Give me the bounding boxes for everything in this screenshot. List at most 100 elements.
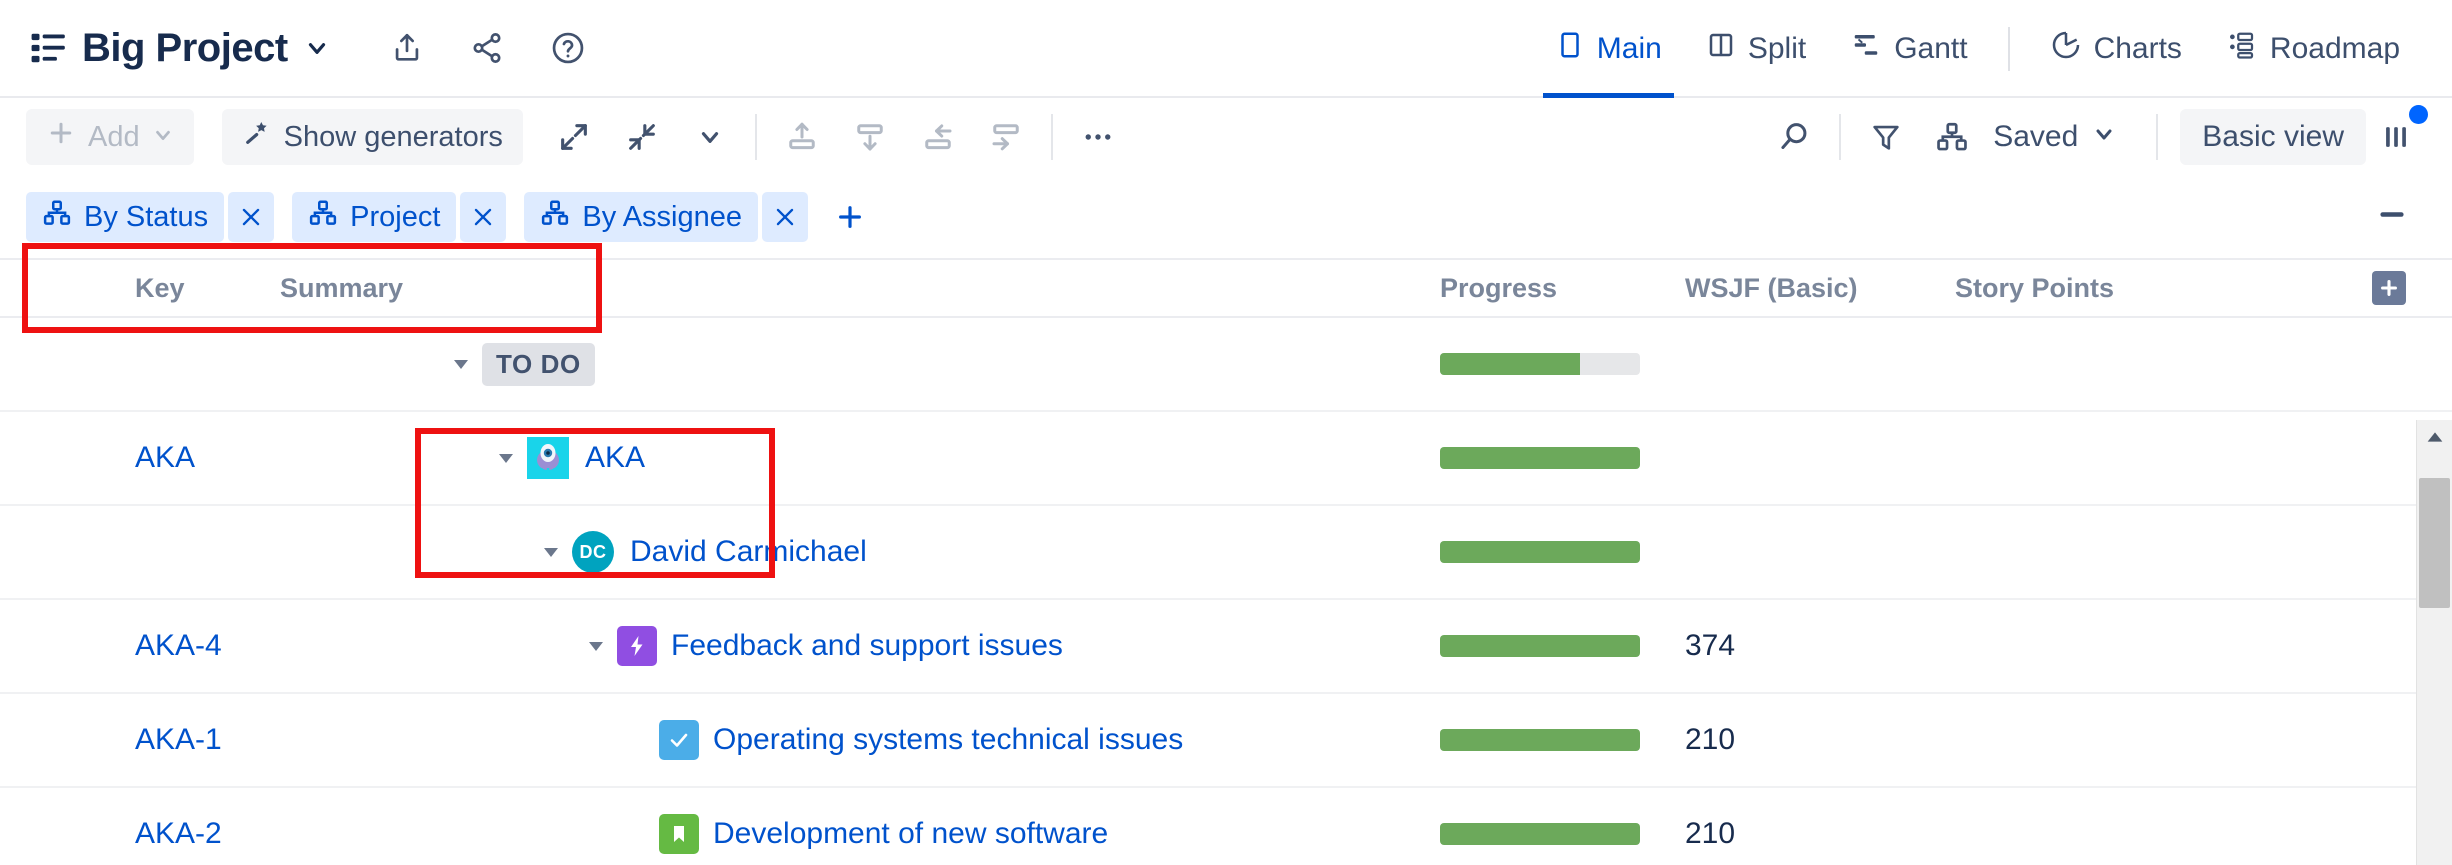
group-chip-by-assignee-wrap: By Assignee (524, 192, 826, 242)
nav-tab-charts-label: Charts (2093, 32, 2182, 65)
basic-view-button[interactable]: Basic view (2180, 109, 2366, 165)
column-header-summary[interactable]: Summary (280, 273, 1440, 304)
chevron-down-icon (2092, 120, 2116, 154)
scrollbar-thumb[interactable] (2419, 478, 2450, 608)
add-grouping-button[interactable] (826, 192, 874, 242)
row-progress (1440, 635, 1685, 657)
group-chip-by-assignee[interactable]: By Assignee (524, 192, 758, 242)
table-row[interactable]: AKA-4 Feedback and support issues 374 (0, 600, 2452, 694)
main-toolbar: Add Show generators Saved Basic view (0, 98, 2452, 176)
status-badge: TO DO (482, 342, 595, 386)
issues-table: Key Summary Progress WSJF (Basic) Story … (0, 260, 2452, 865)
filter-icon[interactable] (1863, 109, 1909, 165)
row-wsjf: 374 (1685, 629, 1736, 662)
vertical-scrollbar[interactable] (2416, 420, 2452, 865)
nav-tab-split[interactable]: Split (1684, 0, 1828, 98)
group-chip-project-remove[interactable] (460, 192, 507, 242)
table-row[interactable]: DC David Carmichael (0, 506, 2452, 600)
group-chip-by-status[interactable]: By Status (26, 192, 225, 242)
nav-tab-gantt[interactable]: Gantt (1828, 0, 1989, 98)
group-by-icon[interactable] (1929, 109, 1975, 165)
caret-down-icon[interactable] (575, 634, 617, 658)
saved-views-button[interactable]: Saved (1975, 109, 2134, 165)
row-progress (1440, 541, 1685, 563)
group-by-icon (42, 198, 72, 236)
progress-bar (1440, 353, 1640, 375)
toolbar-right: Saved Basic view (1771, 98, 2428, 176)
chevron-down-icon (152, 121, 174, 154)
row-summary: AKA (280, 437, 1440, 479)
group-chip-project-label: Project (350, 200, 441, 233)
collapse-all-icon[interactable] (619, 109, 665, 165)
row-summary-label[interactable]: David Carmichael (630, 535, 867, 569)
nav-tab-roadmap[interactable]: Roadmap (2204, 0, 2422, 98)
row-progress (1440, 729, 1685, 751)
column-header-progress[interactable]: Progress (1440, 273, 1685, 304)
row-key[interactable]: AKA-2 (135, 817, 280, 851)
row-key[interactable]: AKA-4 (135, 629, 280, 663)
plus-icon (2381, 280, 2397, 296)
chevron-down-icon[interactable] (687, 109, 733, 165)
column-header-wsjf[interactable]: WSJF (Basic) (1685, 273, 1955, 304)
collapse-grouping-button[interactable] (2376, 199, 2408, 236)
row-progress (1440, 823, 1685, 845)
table-row[interactable]: TO DO (0, 318, 2452, 412)
toolbar-divider-1 (754, 114, 757, 160)
plus-icon (46, 118, 76, 156)
row-key[interactable]: AKA-1 (135, 723, 280, 757)
add-button[interactable]: Add (26, 109, 194, 165)
row-summary: Operating systems technical issues (280, 720, 1440, 760)
avatar: DC (572, 531, 614, 573)
search-icon[interactable] (1771, 109, 1817, 165)
row-summary-label[interactable]: Operating systems technical issues (713, 723, 1183, 757)
group-chip-by-assignee-label: By Assignee (582, 200, 742, 233)
nav-tab-charts[interactable]: Charts (2028, 0, 2204, 98)
row-wsjf: 210 (1685, 817, 1736, 850)
app-window: Big Project Main Split Gantt Charts Road… (0, 0, 2452, 865)
move-down-icon[interactable] (847, 109, 893, 165)
nav-tab-main-label: Main (1596, 32, 1662, 65)
group-chip-by-status-remove[interactable] (228, 192, 275, 242)
export-icon[interactable] (390, 31, 424, 65)
chevron-down-icon[interactable] (304, 35, 330, 61)
row-summary: TO DO (280, 342, 1440, 386)
column-header-key[interactable]: Key (135, 273, 280, 304)
toolbar-divider-4 (2156, 114, 2159, 160)
show-generators-button[interactable]: Show generators (221, 109, 523, 165)
more-options-icon[interactable] (1075, 109, 1121, 165)
columns-button[interactable] (2366, 105, 2428, 165)
share-icon[interactable] (470, 31, 504, 65)
table-row[interactable]: AKA-2 Development of new software 210 (0, 788, 2452, 865)
group-chip-project[interactable]: Project (292, 192, 457, 242)
caret-down-icon[interactable] (485, 446, 527, 470)
row-summary-label[interactable]: Development of new software (713, 817, 1108, 851)
nav-tab-roadmap-label: Roadmap (2269, 32, 2400, 65)
table-row[interactable]: AKA AKA (0, 412, 2452, 506)
caret-down-icon[interactable] (440, 352, 482, 376)
row-key[interactable]: AKA (135, 441, 280, 475)
group-by-icon (308, 198, 338, 236)
group-chip-by-assignee-remove[interactable] (762, 192, 808, 242)
group-chip-by-status-label: By Status (84, 200, 209, 233)
row-progress (1440, 353, 1685, 375)
outdent-icon[interactable] (915, 109, 961, 165)
nav-tab-main[interactable]: Main (1533, 0, 1684, 98)
row-summary: DC David Carmichael (280, 531, 1440, 573)
row-summary-label[interactable]: AKA (585, 441, 645, 475)
structure-icon (30, 29, 68, 67)
row-summary: Development of new software (280, 814, 1440, 854)
help-icon[interactable] (550, 30, 586, 66)
table-row[interactable]: AKA-1 Operating systems technical issues… (0, 694, 2452, 788)
caret-down-icon[interactable] (530, 540, 572, 564)
view-nav: Main Split Gantt Charts Roadmap (1533, 0, 2422, 98)
column-header-story-points[interactable]: Story Points (1955, 273, 2255, 304)
row-summary-label[interactable]: Feedback and support issues (671, 629, 1063, 663)
group-by-icon (540, 198, 570, 236)
add-column-button[interactable] (2372, 271, 2406, 305)
main-view-icon (1555, 30, 1585, 68)
row-progress (1440, 447, 1685, 469)
expand-all-icon[interactable] (551, 109, 597, 165)
scroll-up-button[interactable] (2417, 420, 2452, 454)
indent-icon[interactable] (983, 109, 1029, 165)
move-up-icon[interactable] (779, 109, 825, 165)
